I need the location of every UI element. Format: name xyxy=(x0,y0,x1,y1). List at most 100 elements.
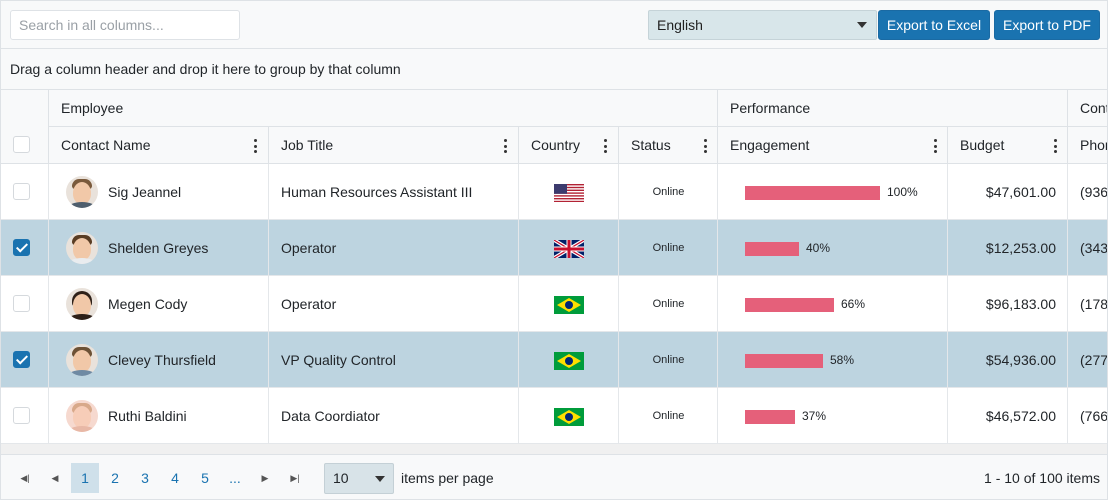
avatar xyxy=(66,344,98,376)
page-button-4[interactable]: 4 xyxy=(161,463,189,493)
page-button-3[interactable]: 3 xyxy=(131,463,159,493)
page-button-5[interactable]: 5 xyxy=(191,463,219,493)
page-button-2[interactable]: 2 xyxy=(101,463,129,493)
status-cell: Online xyxy=(618,276,718,332)
band-performance-label: Performance xyxy=(730,100,811,116)
first-page-icon[interactable]: ◀​| xyxy=(11,463,39,493)
engagement-bar xyxy=(745,186,880,200)
next-page-icon[interactable]: ▶ xyxy=(251,463,279,493)
group-panel-hint: Drag a column header and drop it here to… xyxy=(10,61,401,77)
job-title-cell: Human Resources Assistant III xyxy=(268,164,518,220)
column-menu-icon[interactable] xyxy=(1053,139,1057,153)
items-per-page-label: items per page xyxy=(401,470,494,486)
country-cell xyxy=(518,276,618,332)
row-checkbox[interactable] xyxy=(13,407,30,424)
phone-cell: (936 xyxy=(1067,164,1107,220)
engagement-label: 40% xyxy=(806,241,831,255)
contact-name: Ruthi Baldini xyxy=(108,408,187,424)
group-panel[interactable]: Drag a column header and drop it here to… xyxy=(1,49,1107,90)
engagement-bar xyxy=(745,242,799,256)
row-select-cell xyxy=(1,164,48,220)
search-input[interactable] xyxy=(10,10,240,40)
column-header-job-title[interactable]: Job Title xyxy=(268,127,518,164)
row-checkbox[interactable] xyxy=(13,351,30,368)
country-cell xyxy=(518,220,618,276)
column-header-phone[interactable]: Phon xyxy=(1067,127,1107,164)
column-menu-icon[interactable] xyxy=(503,139,507,153)
status-cell: Online xyxy=(618,388,718,444)
column-header-engagement[interactable]: Engagement xyxy=(717,127,948,164)
avatar xyxy=(66,232,98,264)
band-contact[interactable]: Cont xyxy=(1067,90,1107,127)
caret-down-icon xyxy=(375,476,385,482)
contact-name: Clevey Thursfield xyxy=(108,352,216,368)
page-size-value: 10 xyxy=(333,470,349,486)
column-header-label: Contact Name xyxy=(61,137,151,153)
engagement-cell: 37% xyxy=(717,388,948,444)
contact-name: Shelden Greyes xyxy=(108,240,209,256)
column-header-label: Country xyxy=(531,137,581,153)
contact-name-cell: Megen Cody xyxy=(48,276,268,332)
column-header-label: Phon xyxy=(1080,137,1107,153)
band-performance[interactable]: Performance xyxy=(717,90,1068,127)
job-title-cell: Data Coordiator xyxy=(268,388,518,444)
job-title-cell: Operator xyxy=(268,220,518,276)
budget-cell: $54,936.00 xyxy=(947,332,1068,388)
country-cell xyxy=(518,388,618,444)
status-cell: Online xyxy=(618,220,718,276)
uk-flag-icon xyxy=(554,240,584,258)
table-row[interactable]: Clevey Thursfield VP Quality Control Onl… xyxy=(1,332,1107,388)
table-row[interactable]: Shelden Greyes Operator Online 40% $12,2… xyxy=(1,220,1107,276)
phone-cell: (343 xyxy=(1067,220,1107,276)
engagement-bar xyxy=(745,410,795,424)
country-cell xyxy=(518,332,618,388)
column-menu-icon[interactable] xyxy=(603,139,607,153)
contact-name-cell: Ruthi Baldini xyxy=(48,388,268,444)
band-employee[interactable]: Employee xyxy=(48,90,718,127)
previous-page-icon[interactable]: ◀ xyxy=(41,463,69,493)
engagement-cell: 100% xyxy=(717,164,948,220)
last-page-icon[interactable]: ▶| xyxy=(281,463,309,493)
column-menu-icon[interactable] xyxy=(703,139,707,153)
brazil-flag-icon xyxy=(554,352,584,370)
data-grid: English Export to Excel Export to PDF Dr… xyxy=(0,0,1108,500)
select-all-checkbox[interactable] xyxy=(13,136,30,153)
column-menu-icon[interactable] xyxy=(933,139,937,153)
language-dropdown[interactable]: English xyxy=(648,10,877,40)
engagement-cell: 58% xyxy=(717,332,948,388)
table-row[interactable]: Ruthi Baldini Data Coordiator Online 37%… xyxy=(1,388,1107,444)
engagement-label: 66% xyxy=(841,297,866,311)
grid-header: Employee Performance Cont Contact Name J… xyxy=(1,90,1107,164)
row-select-cell xyxy=(1,220,48,276)
engagement-cell: 40% xyxy=(717,220,948,276)
phone-cell: (178 xyxy=(1067,276,1107,332)
row-checkbox[interactable] xyxy=(13,239,30,256)
column-header-status[interactable]: Status xyxy=(618,127,718,164)
column-menu-icon[interactable] xyxy=(253,139,257,153)
page-button-more[interactable]: ... xyxy=(221,463,249,493)
status-cell: Online xyxy=(618,332,718,388)
column-header-country[interactable]: Country xyxy=(518,127,618,164)
engagement-label: 37% xyxy=(802,409,827,423)
page-size-dropdown[interactable]: 10 xyxy=(324,463,394,494)
table-row[interactable]: Megen Cody Operator Online 66% $96,183.0… xyxy=(1,276,1107,332)
row-select-cell xyxy=(1,332,48,388)
column-header-contact-name[interactable]: Contact Name xyxy=(48,127,268,164)
table-row[interactable]: Sig Jeannel Human Resources Assistant II… xyxy=(1,164,1107,220)
budget-cell: $47,601.00 xyxy=(947,164,1068,220)
column-header-label: Job Title xyxy=(281,137,334,153)
column-header-budget[interactable]: Budget xyxy=(947,127,1068,164)
job-title-cell: VP Quality Control xyxy=(268,332,518,388)
engagement-label: 58% xyxy=(830,353,855,367)
export-pdf-button[interactable]: Export to PDF xyxy=(994,10,1100,40)
phone-cell: (766 xyxy=(1067,388,1107,444)
contact-name-cell: Clevey Thursfield xyxy=(48,332,268,388)
engagement-label: 100% xyxy=(887,185,918,199)
contact-name: Sig Jeannel xyxy=(108,184,182,200)
select-all-cell xyxy=(1,90,48,164)
language-value: English xyxy=(657,17,703,33)
row-checkbox[interactable] xyxy=(13,295,30,312)
row-checkbox[interactable] xyxy=(13,183,30,200)
export-excel-button[interactable]: Export to Excel xyxy=(878,10,990,40)
page-button-1[interactable]: 1 xyxy=(71,463,99,493)
